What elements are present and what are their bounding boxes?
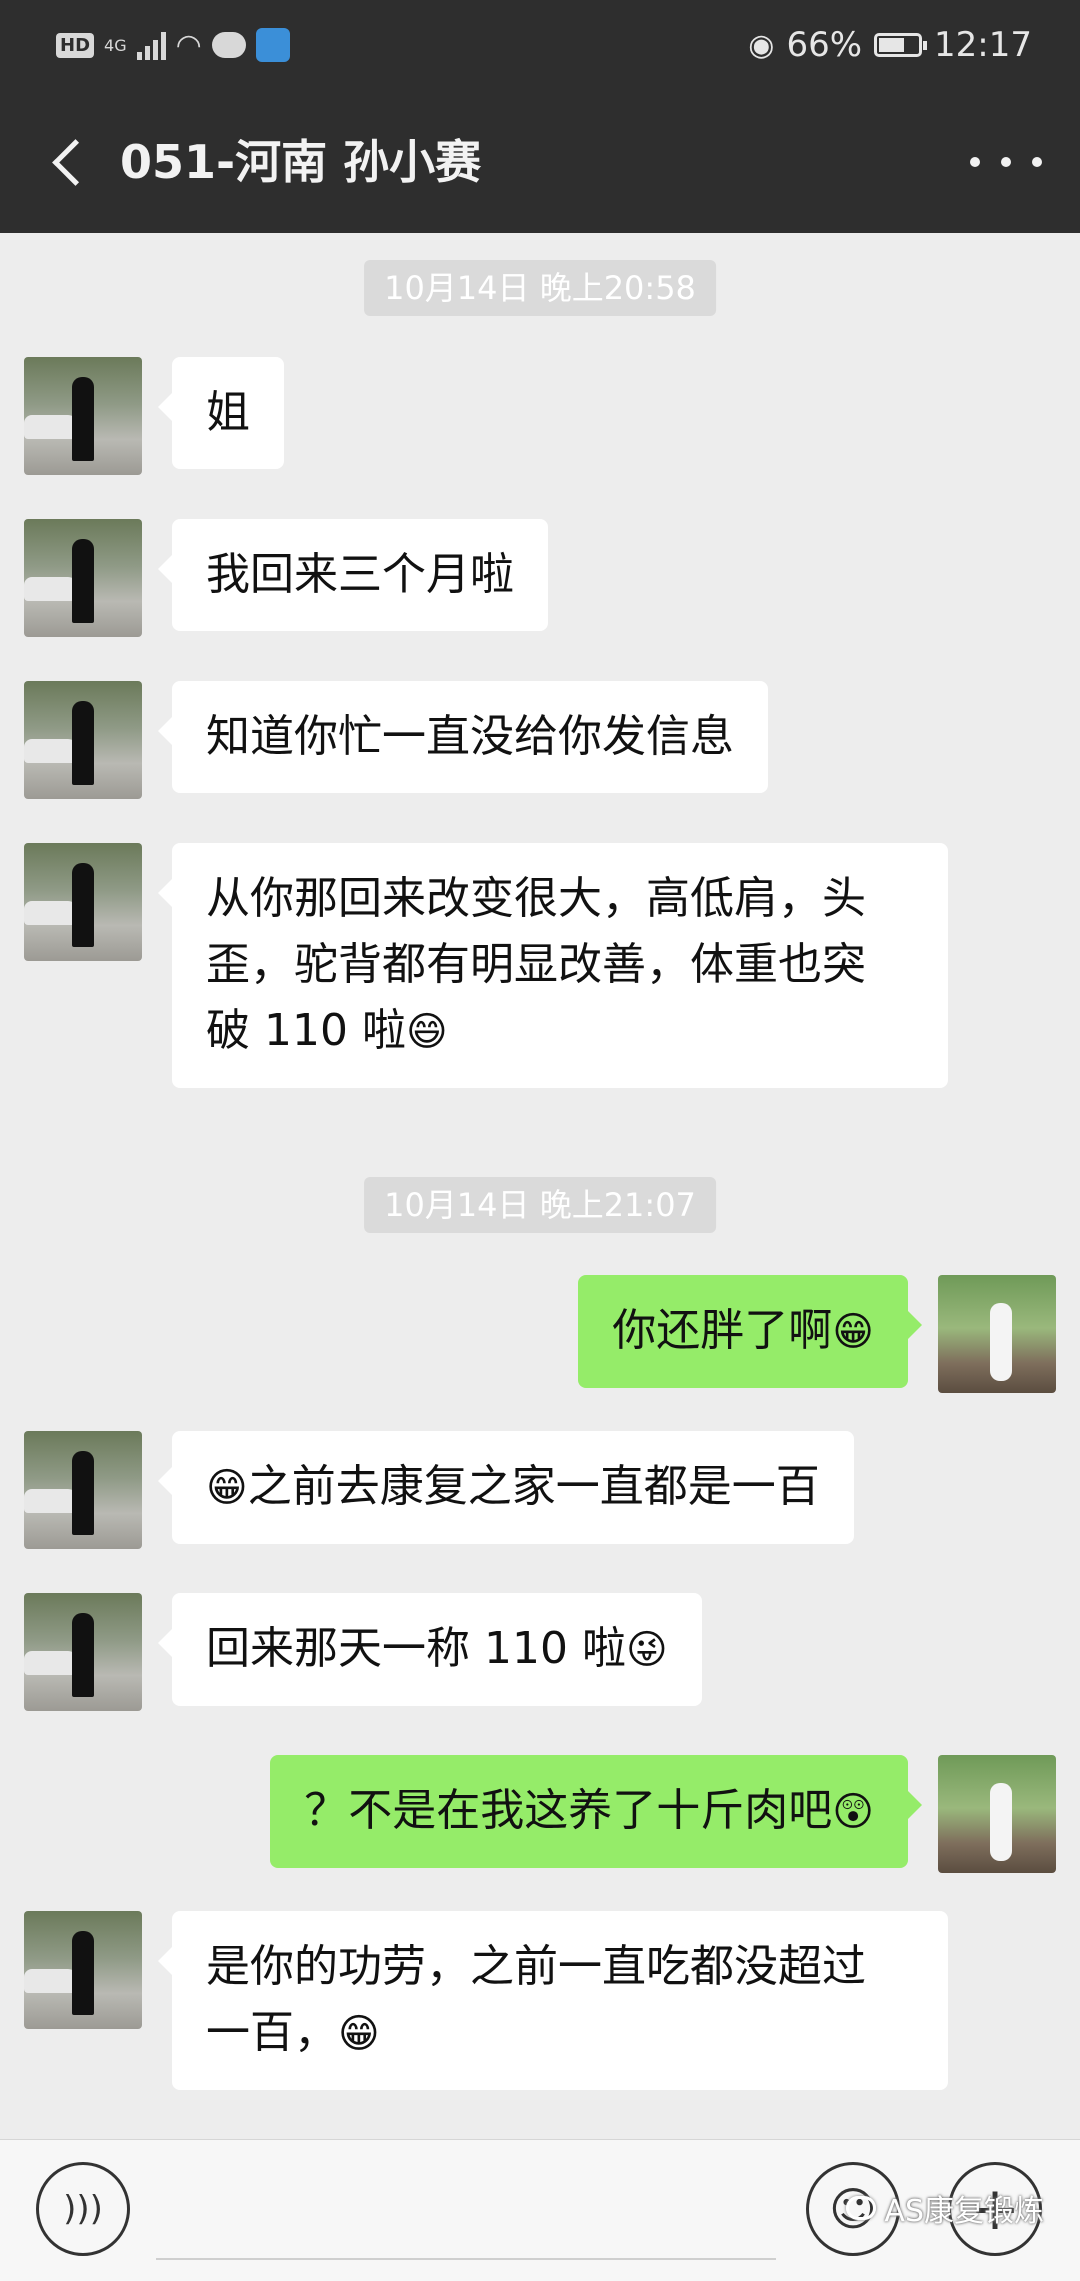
astonished-emoji-icon: 😲 [832,1789,874,1835]
voice-button[interactable]: ))) [36,2162,130,2256]
contact-avatar[interactable] [24,681,142,799]
timestamp: 10月14日 晚上21:07 [364,1177,716,1233]
message-text: 姐 [206,387,250,438]
message-bubble[interactable]: 你还胖了啊😁 [578,1275,922,1388]
grinning-emoji-icon: 😄 [405,1009,448,1055]
chevron-left-icon [51,138,99,186]
message-bubble[interactable]: ？不是在我这养了十斤肉吧😲 [270,1755,922,1868]
app-notification-icon [255,28,290,62]
input-bar: ))) ☺ + AS康复锻炼 [0,2139,1080,2281]
back-button[interactable] [36,130,100,194]
signal-icon [136,30,166,60]
message-bubble[interactable]: 回来那天一称 110 啦😜 [158,1593,702,1706]
wink-tongue-emoji-icon: 😜 [625,1627,668,1673]
contact-avatar[interactable] [24,1431,142,1549]
grin-emoji-icon: 😁 [338,2011,380,2057]
message-input[interactable] [156,2158,776,2260]
chat-header: 051-河南 孙小赛 [0,90,1080,233]
message-text: 之前去康复之家一直都是一百 [247,1461,820,1512]
my-avatar[interactable] [938,1755,1056,1873]
message-text: 知道你忙一直没给你发信息 [206,711,734,762]
contact-avatar[interactable] [24,1593,142,1711]
message-text-line: 歪，驼背都有明显改善，体重也突 [206,939,866,990]
my-avatar[interactable] [938,1275,1056,1393]
eye-comfort-icon: ◉ [748,27,775,63]
wifi-icon: ◠ [175,27,202,63]
clock: 12:17 [934,25,1032,65]
message-bubble[interactable]: 是你的功劳，之前一直吃都没超过 一百，😁 [158,1911,948,2090]
wechat-official-account-icon [846,2196,877,2220]
watermark: AS康复锻炼 [846,2186,1044,2230]
message-text: ？不是在我这养了十斤肉吧 [304,1785,833,1836]
watermark-text: AS康复锻炼 [884,2194,1044,2229]
message-bubble[interactable]: 😁之前去康复之家一直都是一百 [158,1431,854,1544]
timestamp: 10月14日 晚上20:58 [364,260,716,316]
message-text-line: 破 110 啦 [206,1005,406,1056]
grin-emoji-icon: 😁 [206,1465,248,1511]
hd-indicator: HD [56,32,95,58]
contact-avatar[interactable] [24,357,142,475]
message-text-line: 一百， [206,2007,338,2058]
contact-avatar[interactable] [24,1911,142,2029]
voice-icon: ))) [63,2189,103,2229]
status-right: ◉ 66% 12:17 [748,22,1032,68]
more-dot [1001,157,1011,167]
more-options-button[interactable] [970,140,1042,184]
battery-percent: 66% [786,25,863,65]
battery-fill [879,38,905,52]
more-dot [1032,157,1042,167]
contact-avatar[interactable] [24,519,142,637]
message-text: 回来那天一称 110 啦 [206,1623,626,1674]
chat-title: 051-河南 孙小赛 [120,135,482,189]
message-text-line: 是你的功劳，之前一直吃都没超过 [206,1941,866,1992]
message-bubble[interactable]: 从你那回来改变很大，高低肩，头 歪，驼背都有明显改善，体重也突 破 110 啦😄 [158,843,948,1088]
message-bubble[interactable]: 知道你忙一直没给你发信息 [158,681,768,793]
chat-history[interactable]: 10月14日 晚上20:58 姐 我回来三个月啦 知道你忙一直没给你发信息 从你… [0,233,1080,2139]
grin-emoji-icon: 😁 [832,1309,874,1355]
message-bubble[interactable]: 姐 [158,357,284,469]
contact-avatar[interactable] [24,843,142,961]
message-text: 我回来三个月啦 [206,549,514,600]
battery-icon [874,33,928,57]
status-bar: HD 4G ◠ ◉ 66% 12:17 [0,0,1080,90]
message-bubble[interactable]: 我回来三个月啦 [158,519,548,631]
network-type: 4G [104,35,127,55]
message-text-line: 从你那回来改变很大，高低肩，头 [206,873,866,924]
status-left: HD 4G ◠ [56,22,290,68]
more-dot [970,157,980,167]
message-notification-icon [211,32,246,58]
message-text: 你还胖了啊 [612,1305,833,1356]
